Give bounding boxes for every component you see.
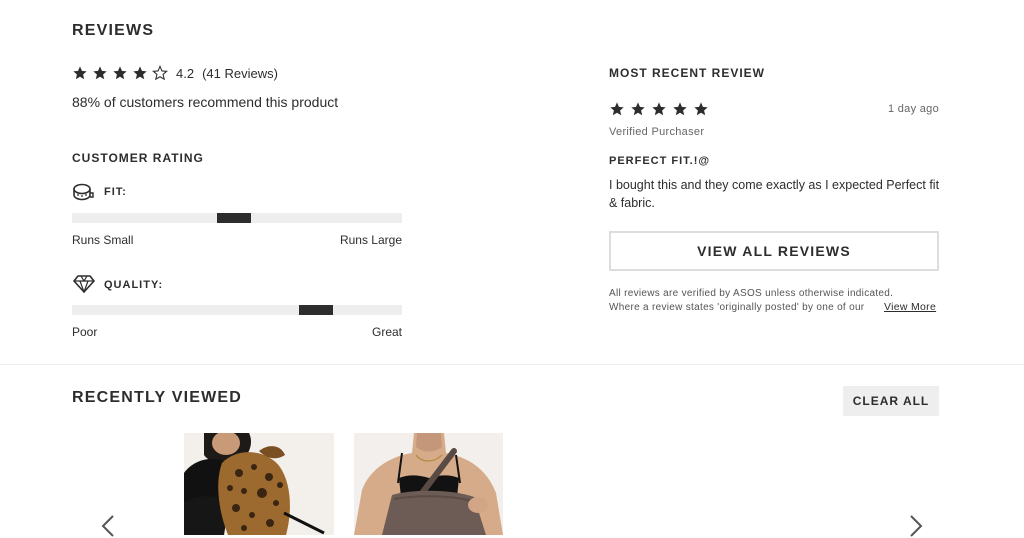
star-outline-icon	[152, 65, 168, 81]
section-divider	[0, 364, 1024, 365]
view-more-link[interactable]: View More	[884, 301, 936, 313]
chevron-left-icon[interactable]	[98, 514, 118, 538]
fit-label: FIT:	[104, 186, 127, 198]
star-filled-icon	[133, 66, 147, 80]
disclaimer-line-1: All reviews are verified by ASOS unless …	[609, 288, 894, 299]
review-body: I bought this and they come exactly as I…	[609, 178, 940, 210]
verified-purchaser-label: Verified Purchaser	[609, 126, 705, 138]
recent-review-stars	[609, 101, 709, 117]
fit-min-label: Runs Small	[72, 233, 134, 247]
star-filled-icon	[631, 102, 645, 116]
fit-rating-marker	[217, 213, 251, 223]
chevron-right-icon[interactable]	[906, 514, 926, 538]
fit-max-label: Runs Large	[339, 233, 402, 247]
most-recent-review-title: MOST RECENT REVIEW	[609, 66, 766, 80]
star-filled-icon	[73, 66, 87, 80]
recently-viewed-title: RECENTLY VIEWED	[72, 389, 243, 406]
disclaimer-line-2: Where a review states 'originally posted…	[609, 302, 865, 313]
star-filled-icon	[113, 66, 127, 80]
rating-value: 4.2	[176, 65, 195, 81]
fit-rating-bar	[72, 213, 402, 223]
reviews-title: REVIEWS	[72, 22, 155, 39]
quality-rating-marker	[299, 305, 333, 315]
clear-all-button[interactable]: CLEAR ALL	[843, 386, 939, 416]
star-filled-icon	[673, 102, 687, 116]
quality-rating-bar	[72, 305, 402, 315]
diamond-icon	[73, 275, 95, 293]
overall-rating-stars: 4.2 (41 Reviews)	[72, 65, 278, 81]
quality-min-label: Poor	[72, 325, 98, 339]
review-time: 1 day ago	[887, 103, 939, 115]
quality-label: QUALITY:	[104, 279, 164, 291]
star-filled-icon	[610, 102, 624, 116]
star-filled-icon	[652, 102, 666, 116]
quality-max-label: Great	[371, 325, 402, 339]
review-count: (41 Reviews)	[202, 65, 278, 81]
recommend-text: 88% of customers recommend this product	[72, 94, 339, 110]
star-filled-icon	[93, 66, 107, 80]
customer-rating-title: CUSTOMER RATING	[72, 151, 204, 165]
tape-measure-icon	[73, 183, 94, 201]
recently-viewed-item[interactable]	[184, 433, 334, 535]
review-headline: PERFECT FIT.!@	[609, 155, 711, 167]
view-all-reviews-button[interactable]: VIEW ALL REVIEWS	[609, 231, 939, 271]
brown-tote-bag-photo	[354, 433, 503, 535]
recently-viewed-item[interactable]	[354, 433, 503, 535]
leopard-print-backpack-photo	[184, 433, 334, 535]
star-filled-icon	[694, 102, 708, 116]
